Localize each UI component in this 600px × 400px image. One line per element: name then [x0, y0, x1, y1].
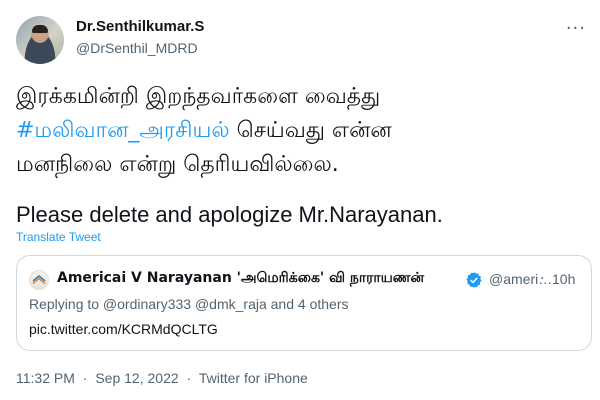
avatar-hair: [32, 25, 48, 33]
quoted-timestamp: 10h: [552, 271, 576, 287]
quoted-separator: ·: [540, 271, 545, 287]
tweet-english-line: Please delete and apologize Mr.Narayanan…: [16, 202, 443, 227]
more-options-icon[interactable]: ···: [566, 18, 586, 39]
author-name[interactable]: Dr.Senthilkumar.S: [76, 18, 204, 35]
hashtag-link[interactable]: #மலிவான_அரசியல்: [16, 118, 230, 143]
quoted-author-avatar: [29, 270, 49, 290]
tweet-line-2-rest: செய்வது என்ன: [229, 118, 392, 143]
author-avatar[interactable]: [16, 16, 64, 64]
author-handle[interactable]: @DrSenthil_MDRD: [76, 40, 198, 56]
meta-separator: ·: [186, 370, 192, 386]
quoted-tweet-card[interactable]: Americai V Narayanan 'அமெரிக்கை' வி நாரா…: [16, 255, 592, 351]
quoted-pic-link[interactable]: pic.twitter.com/KCRMdQCLTG: [29, 321, 218, 337]
tweet-time[interactable]: 11:32 PM: [16, 370, 75, 386]
tweet-text: இரக்கமின்றி இறந்தவர்களை வைத்து #மலிவான_அ…: [16, 80, 586, 232]
quoted-replying-to: Replying to @ordinary333 @dmk_raja and 4…: [29, 296, 349, 312]
meta-separator: ·: [82, 370, 88, 386]
tweet-line-3: மனநிலை என்று தெரியவில்லை.: [16, 152, 339, 177]
quoted-author-name: Americai V Narayanan 'அமெரிக்கை' வி நாரா…: [57, 270, 425, 286]
tweet-meta: 11:32 PM · Sep 12, 2022 · Twitter for iP…: [16, 370, 312, 386]
tweet-date[interactable]: Sep 12, 2022: [95, 370, 178, 386]
tweet-line-2: #மலிவான_அரசியல் செய்வது என்ன: [16, 114, 586, 148]
quoted-avatar-logo-icon: [32, 274, 46, 285]
tweet-line-1: இரக்கமின்றி இறந்தவர்களை வைத்து: [16, 84, 381, 109]
translate-tweet-link[interactable]: Translate Tweet: [16, 230, 101, 244]
verified-badge-icon: [466, 272, 482, 288]
tweet-source[interactable]: Twitter for iPhone: [199, 370, 308, 386]
